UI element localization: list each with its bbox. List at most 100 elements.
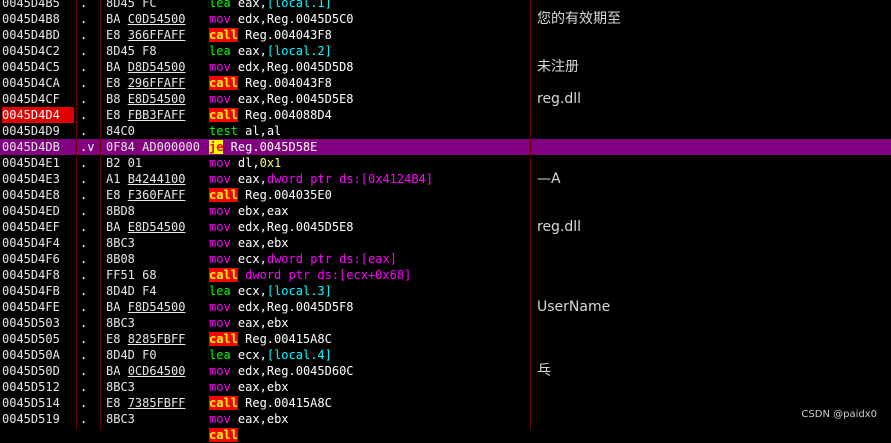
- instruction-token: call: [209, 108, 238, 122]
- instruction-token: call: [209, 76, 238, 90]
- instruction-token: call: [209, 396, 238, 410]
- instruction-token: [231, 348, 238, 362]
- instruction-token: [local.2]: [266, 44, 332, 58]
- instruction-token: call: [209, 188, 238, 202]
- instruction-row[interactable]: 0045D4CA. E8 296FFAFF call Reg.004043F8: [0, 75, 891, 91]
- jump-marker: .: [80, 412, 88, 426]
- instruction-token: [local.4]: [266, 348, 332, 362]
- instruction-cell: call dword ptr ds:[ecx+0x68]: [209, 267, 529, 283]
- instruction-token: eax: [237, 44, 260, 58]
- instruction-token: test: [209, 124, 238, 138]
- instruction-row[interactable]: 0045D4D9. 84C0 test al,al: [0, 123, 891, 139]
- instruction-token: Reg.0045D58E: [223, 140, 318, 154]
- jump-marker: .: [80, 236, 88, 250]
- instruction-token: [231, 12, 238, 26]
- instruction-row[interactable]: 0045D4F6. 8B08 mov ecx,dword ptr ds:[eax]: [0, 251, 891, 267]
- hex-bytes-cell: 8BD8: [106, 204, 135, 218]
- instruction-row[interactable]: 0045D4E8. E8 F360FAFF call Reg.004035E0: [0, 187, 891, 203]
- jump-marker: .: [80, 348, 88, 362]
- instruction-token: ,: [259, 380, 267, 394]
- instruction-row[interactable]: 0045D4C2. 8D45 F8 lea eax,[local.2]: [0, 43, 891, 59]
- instruction-token: 0x1: [259, 156, 282, 170]
- address-cell: 0045D4F8: [2, 268, 60, 282]
- jump-marker: .: [80, 380, 88, 394]
- hex-bytes-cell: FF51 68: [106, 268, 157, 282]
- instruction-cell: call Reg.004043F8: [209, 75, 529, 91]
- instruction-row[interactable]: 0045D4C5. BA D8D54500 mov edx,Reg.0045D5D8…: [0, 59, 891, 75]
- instruction-row[interactable]: 0045D4F4. 8BC3 mov eax,ebx: [0, 235, 891, 251]
- instruction-token: mov: [209, 316, 231, 330]
- hex-bytes-cell: E8 F360FAFF: [106, 188, 186, 202]
- comment-cell: 乓: [537, 363, 551, 379]
- instruction-token: [231, 252, 238, 266]
- instruction-row[interactable]: 0045D4E1. B2 01 mov dl,0x1: [0, 155, 891, 171]
- instruction-row[interactable]: 0045D514. E8 7385FBFF call Reg.00415A8C: [0, 395, 891, 411]
- instruction-cell: test al,al: [209, 123, 529, 139]
- instruction-token: call: [209, 332, 238, 346]
- instruction-row[interactable]: 0045D505. E8 8285FBFF call Reg.00415A8C: [0, 331, 891, 347]
- instruction-row[interactable]: 0045D4E3. A1 B4244100 mov eax,dword ptr ds…: [0, 171, 891, 187]
- instruction-token: [231, 380, 238, 394]
- jump-marker: .: [80, 284, 88, 298]
- instruction-row[interactable]: 0045D50A. 8D4D F0 lea ecx,[local.4]: [0, 347, 891, 363]
- jump-marker: .: [80, 220, 88, 234]
- instruction-token: mov: [209, 236, 231, 250]
- instruction-row[interactable]: 0045D4B8. BA C0D54500 mov edx,Reg.0045D5C0…: [0, 11, 891, 27]
- instruction-cell: lea eax,[local.1]: [209, 0, 529, 11]
- jump-marker: .: [80, 108, 88, 122]
- instruction-row[interactable]: call: [0, 427, 891, 443]
- instruction-token: call: [209, 428, 238, 442]
- instruction-token: mov: [209, 252, 231, 266]
- instruction-token: edx: [237, 364, 260, 378]
- instruction-row[interactable]: 0045D4EF. BA E8D54500 mov edx,Reg.0045D5E8…: [0, 219, 891, 235]
- instruction-token: [local.3]: [266, 284, 332, 298]
- instruction-cell: call Reg.004043F8: [209, 27, 529, 43]
- instruction-row[interactable]: 0045D512. 8BC3 mov eax,ebx: [0, 379, 891, 395]
- hex-bytes-cell: B2 01: [106, 156, 143, 170]
- instruction-row[interactable]: 0045D4ED. 8BD8 mov ebx,eax: [0, 203, 891, 219]
- instruction-cell: call Reg.00415A8C: [209, 331, 529, 347]
- comment-cell: 未注册: [537, 59, 579, 75]
- instruction-cell: mov eax,ebx: [209, 235, 529, 251]
- instruction-token: ,: [259, 252, 267, 266]
- instruction-row[interactable]: 0045D4F8. FF51 68 call dword ptr ds:[ecx+0…: [0, 267, 891, 283]
- instruction-token: ebx: [266, 236, 289, 250]
- instruction-token: ,: [259, 44, 267, 58]
- address-cell: 0045D50A: [2, 348, 60, 362]
- instruction-token: Reg.004043F8: [237, 28, 332, 42]
- instruction-row[interactable]: 0045D519. 8BC3 mov eax,ebx: [0, 411, 891, 427]
- address-cell: 0045D4E1: [2, 156, 60, 170]
- instruction-token: al: [266, 124, 282, 138]
- instruction-cell: mov eax,Reg.0045D5E8: [209, 91, 529, 107]
- instruction-token: eax: [266, 204, 289, 218]
- instruction-row[interactable]: 0045D50D. BA 0CD64500 mov edx,Reg.0045D60C…: [0, 363, 891, 379]
- instruction-row[interactable]: 0045D503. 8BC3 mov eax,ebx: [0, 315, 891, 331]
- instruction-row[interactable]: 0045D4D4. E8 FBB3FAFF call Reg.004088D4: [0, 107, 891, 123]
- address-cell: 0045D512: [2, 380, 60, 394]
- instruction-row[interactable]: 0045D4B5. 8D45 FC lea eax,[local.1]: [0, 0, 891, 11]
- instruction-row[interactable]: 0045D4BD. E8 366FFAFF call Reg.004043F8: [0, 27, 891, 43]
- hex-bytes-cell: 8D45 FC: [106, 0, 157, 10]
- instruction-token: eax: [237, 412, 260, 426]
- hex-bytes-cell: 8D4D F0: [106, 348, 157, 362]
- instruction-row[interactable]: 0045D4FB. 8D4D F4 lea ecx,[local.3]: [0, 283, 891, 299]
- instruction-row[interactable]: 0045D4FE. BA F8D54500 mov edx,Reg.0045D5F8…: [0, 299, 891, 315]
- disassembly-pane[interactable]: 0045D4B5. 8D45 FC lea eax,[local.1] 0045D4B…: [0, 0, 891, 443]
- instruction-cell: mov edx,Reg.0045D60C: [209, 363, 529, 379]
- jump-marker: .: [80, 204, 88, 218]
- address-cell: 0045D4D4: [2, 107, 74, 123]
- instruction-token: dword ptr ds:[0x4124B4]: [266, 172, 434, 186]
- instruction-row[interactable]: 0045D4DB .v 0F84 AD000000 je Reg.0045D58E: [0, 139, 891, 155]
- address-cell: 0045D4CA: [2, 76, 60, 90]
- address-cell: 0045D4E8: [2, 188, 60, 202]
- jump-marker: .: [80, 28, 88, 42]
- instruction-token: [231, 364, 238, 378]
- instruction-token: edx: [237, 60, 260, 74]
- instruction-token: ,: [252, 156, 260, 170]
- instruction-row[interactable]: 0045D4CF. B8 E8D54500 mov eax,Reg.0045D5E8…: [0, 91, 891, 107]
- instruction-token: Reg.004035E0: [237, 188, 332, 202]
- instruction-cell: call Reg.004088D4: [209, 107, 529, 123]
- instruction-token: Reg.004043F8: [237, 76, 332, 90]
- instruction-cell: mov edx,Reg.0045D5D8: [209, 59, 529, 75]
- address-cell: 0045D4E3: [2, 172, 60, 186]
